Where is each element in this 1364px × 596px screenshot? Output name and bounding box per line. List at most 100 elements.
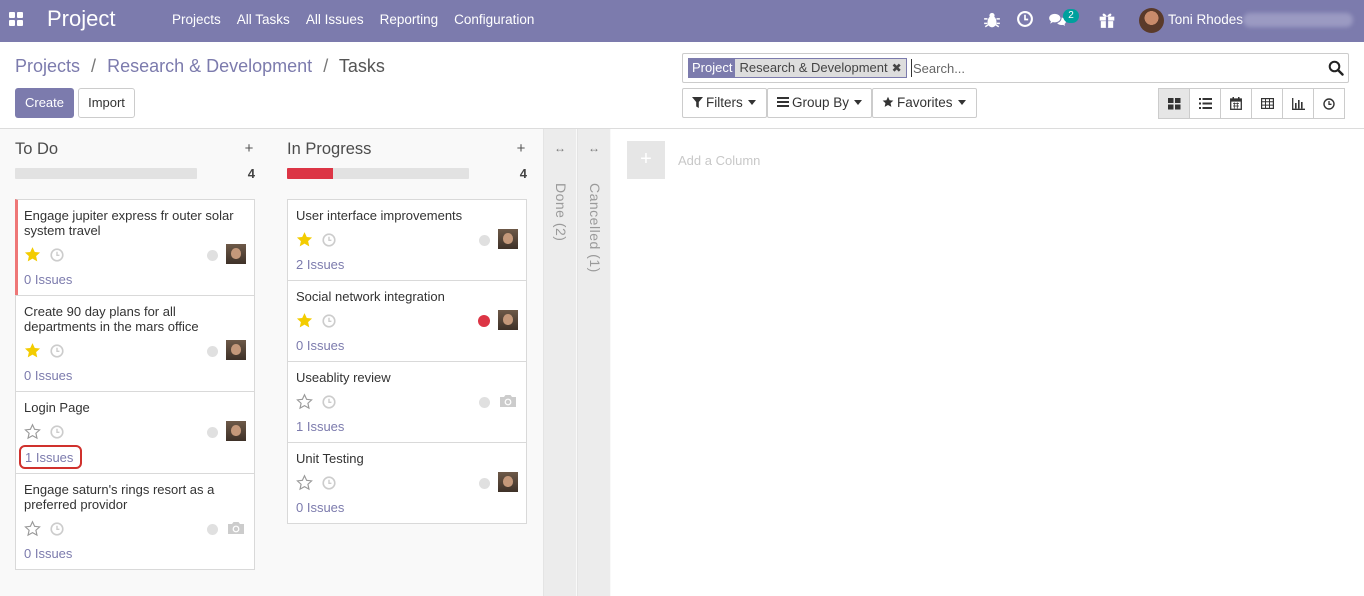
status-dot[interactable]	[207, 427, 218, 438]
expand-column-icon[interactable]: ↔	[554, 141, 566, 155]
view-switcher	[1158, 88, 1345, 119]
menu-all-tasks[interactable]: All Tasks	[229, 0, 298, 42]
task-card[interactable]: Login Page 1 Issues	[15, 391, 255, 474]
assignee-avatar	[226, 244, 246, 264]
task-title: Create 90 day plans for all departments …	[24, 304, 199, 334]
issues-link[interactable]: 0 Issues	[24, 272, 72, 287]
menu-projects[interactable]: Projects	[164, 0, 229, 42]
search-input[interactable]	[911, 59, 1311, 77]
assignee-avatar	[498, 472, 518, 492]
task-card[interactable]: Social network integration 0 Issues	[287, 280, 527, 362]
issues-link[interactable]: 0 Issues	[296, 500, 344, 515]
star-outline-icon[interactable]	[296, 393, 313, 410]
activity-clock-icon[interactable]	[322, 395, 336, 409]
folded-column-done[interactable]: ↔ Done (2)	[543, 129, 576, 596]
search-icon[interactable]	[1328, 60, 1344, 76]
status-dot-blocked[interactable]	[478, 315, 490, 327]
list-icon	[1198, 98, 1212, 109]
status-dot[interactable]	[207, 250, 218, 261]
card-list: Engage jupiter express fr outer solar sy…	[15, 199, 255, 570]
task-card[interactable]: Engage jupiter express fr outer solar sy…	[15, 199, 255, 296]
task-title: Useablity review	[296, 370, 391, 385]
activity-clock-icon[interactable]	[322, 233, 336, 247]
star-outline-icon[interactable]	[24, 423, 41, 440]
star-icon[interactable]	[296, 231, 313, 248]
column-count: 4	[247, 166, 255, 181]
list-view-button[interactable]	[1189, 88, 1221, 119]
user-avatar[interactable]	[1139, 8, 1164, 33]
star-icon[interactable]	[24, 246, 41, 263]
status-dot[interactable]	[207, 346, 218, 357]
issues-link[interactable]: 1 Issues	[296, 419, 344, 434]
breadcrumb-current: Tasks	[338, 56, 385, 76]
column-title: To Do	[15, 140, 59, 158]
favorites-label: Favorites	[897, 95, 953, 110]
bars-icon	[777, 97, 789, 108]
bug-icon[interactable]	[983, 11, 1001, 29]
task-card[interactable]: Engage saturn's rings resort as a prefer…	[15, 473, 255, 570]
star-icon	[882, 97, 894, 108]
task-title: Login Page	[24, 400, 90, 415]
favorites-dropdown[interactable]: Favorites	[872, 88, 977, 118]
folded-column-cancelled[interactable]: ↔ Cancelled (1)	[577, 129, 610, 596]
task-card[interactable]: Useablity review 1 Issues	[287, 361, 527, 443]
filters-dropdown[interactable]: Filters	[682, 88, 767, 118]
status-dot[interactable]	[479, 478, 490, 489]
facet-remove-icon[interactable]: ✖	[891, 59, 906, 77]
status-dot[interactable]	[479, 397, 490, 408]
star-icon[interactable]	[24, 342, 41, 359]
user-name[interactable]: Toni Rhodes	[1168, 12, 1243, 27]
quick-create-icon[interactable]: +	[515, 140, 527, 157]
task-card[interactable]: Unit Testing 0 Issues	[287, 442, 527, 524]
task-card[interactable]: Create 90 day plans for all departments …	[15, 295, 255, 392]
menu-reporting[interactable]: Reporting	[372, 0, 447, 42]
menu-configuration[interactable]: Configuration	[446, 0, 542, 42]
issues-link[interactable]: 1 Issues	[19, 445, 83, 469]
status-dot[interactable]	[479, 235, 490, 246]
activity-clock-icon[interactable]	[50, 248, 64, 262]
activity-clock-icon[interactable]	[50, 344, 64, 358]
star-icon[interactable]	[296, 312, 313, 329]
activity-clock-icon[interactable]	[322, 476, 336, 490]
kanban-view-button[interactable]	[1158, 88, 1190, 119]
kanban-board: To Do + 4 Engage jupiter express fr oute…	[0, 129, 1364, 596]
breadcrumb-projects[interactable]: Projects	[15, 56, 80, 76]
issues-link[interactable]: 0 Issues	[24, 368, 72, 383]
star-outline-icon[interactable]	[24, 520, 41, 537]
task-title: User interface improvements	[296, 208, 463, 223]
breadcrumb-project[interactable]: Research & Development	[107, 56, 312, 76]
clock-icon[interactable]	[1016, 10, 1034, 28]
facet-label: Project	[689, 59, 736, 77]
column-title: In Progress	[287, 140, 372, 158]
task-title: Engage saturn's rings resort as a prefer…	[24, 482, 215, 512]
task-title: Social network integration	[296, 289, 445, 304]
assignee-avatar	[226, 421, 246, 441]
issues-link[interactable]: 0 Issues	[296, 338, 344, 353]
quick-create-icon[interactable]: +	[243, 140, 255, 157]
activity-view-button[interactable]	[1313, 88, 1345, 119]
task-card[interactable]: User interface improvements 2 Issues	[287, 199, 527, 281]
calendar-view-button[interactable]	[1220, 88, 1252, 119]
pivot-view-button[interactable]	[1251, 88, 1283, 119]
menu-all-issues[interactable]: All Issues	[298, 0, 372, 42]
create-button[interactable]: Create	[15, 88, 74, 118]
activity-clock-icon[interactable]	[322, 314, 336, 328]
assignee-avatar	[498, 229, 518, 249]
activity-clock-icon[interactable]	[50, 522, 64, 536]
task-title: Engage jupiter express fr outer solar sy…	[24, 208, 234, 238]
task-title: Unit Testing	[296, 451, 364, 466]
activity-clock-icon[interactable]	[50, 425, 64, 439]
expand-column-icon[interactable]: ↔	[588, 141, 600, 155]
status-dot[interactable]	[207, 524, 218, 535]
breadcrumb-separator: /	[323, 56, 329, 76]
issues-link[interactable]: 2 Issues	[296, 257, 344, 272]
star-outline-icon[interactable]	[296, 474, 313, 491]
issues-link[interactable]: 0 Issues	[24, 546, 72, 561]
apps-icon[interactable]	[9, 12, 23, 26]
breadcrumb-separator: /	[91, 56, 97, 76]
gift-icon[interactable]	[1098, 11, 1116, 29]
group-by-dropdown[interactable]: Group By	[767, 88, 872, 118]
add-column-button[interactable]: + Add a Column	[627, 141, 760, 179]
import-button[interactable]: Import	[78, 88, 135, 118]
graph-view-button[interactable]	[1282, 88, 1314, 119]
